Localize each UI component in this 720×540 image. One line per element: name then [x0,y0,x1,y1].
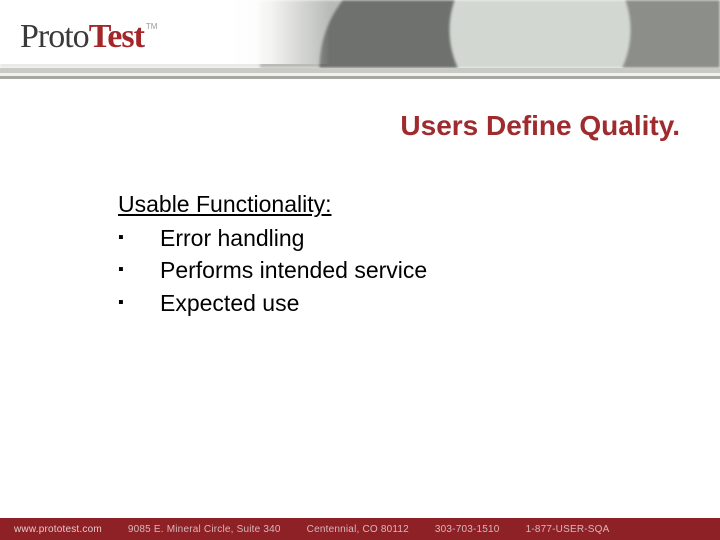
footer-address: 9085 E. Mineral Circle, Suite 340 [128,524,281,535]
bullet-text: Error handling [160,222,304,254]
footer-tollfree: 1-877-USER-SQA [526,524,610,535]
footer-city: Centennial, CO 80112 [307,524,409,535]
body-heading: Usable Functionality: [118,188,427,220]
list-item: ▪ Performs intended service [118,254,427,286]
slide-header: ProtoTestTM [0,0,720,84]
bullet-text: Expected use [160,287,299,319]
slide-body: Usable Functionality: ▪ Error handling ▪… [118,188,427,319]
logo: ProtoTestTM [20,18,155,58]
bullet-icon: ▪ [118,254,160,281]
bullet-text: Performs intended service [160,254,427,286]
slide-footer: www.prototest.com 9085 E. Mineral Circle… [0,518,720,540]
list-item: ▪ Error handling [118,222,427,254]
bullet-icon: ▪ [118,222,160,249]
footer-phone: 303-703-1510 [435,524,500,535]
list-item: ▪ Expected use [118,287,427,319]
header-divider-bar [0,76,720,79]
bullet-icon: ▪ [118,287,160,314]
logo-text-left: Proto [20,18,89,56]
logo-trademark: TM [146,22,158,31]
slide-title: Users Define Quality. [0,110,680,142]
footer-url: www.prototest.com [14,524,102,535]
logo-text-right: Test [89,18,144,56]
